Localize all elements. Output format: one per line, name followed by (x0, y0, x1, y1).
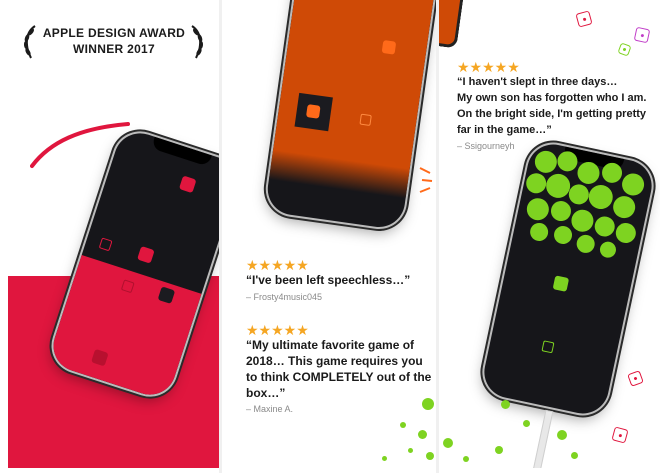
green-ball (524, 196, 551, 223)
review-quote-line: 2018… This game requires you (246, 354, 423, 368)
game-square (137, 246, 155, 264)
green-ball (566, 182, 591, 207)
rating-stars: ★★★★★ (246, 257, 309, 273)
review-quote-line: My own son has forgotten who I am. (457, 92, 647, 104)
green-dot (495, 446, 503, 454)
screenshot-panel-reviews: ★★★★★ “I've been left speechless…” – Fro… (222, 0, 436, 468)
green-dot (571, 452, 578, 459)
screenshot-panel-green: ★★★★★ “I haven't slept in three days… My… (439, 0, 660, 468)
review-quote-line: far in the game…” (457, 124, 552, 136)
award-title: APPLE DESIGN AWARD (42, 26, 186, 40)
green-ball (552, 224, 574, 246)
green-dot (426, 452, 434, 460)
laurel-left-icon (23, 25, 36, 59)
green-ball (569, 207, 596, 234)
review-quote-line: box…” (246, 386, 286, 400)
game-square (305, 104, 321, 119)
green-dot (418, 430, 427, 439)
game-square (552, 275, 570, 292)
target-square (359, 113, 372, 127)
dice-icon (627, 370, 644, 387)
green-ball (549, 199, 573, 223)
phone-mockup (264, 0, 436, 231)
green-ball (575, 233, 597, 255)
game-square (178, 175, 197, 194)
review-quote: “I've been left speechless…” (246, 273, 411, 287)
green-dot (557, 430, 567, 440)
target-square (98, 237, 113, 252)
review-quote-line: to think COMPLETELY out of the (246, 370, 432, 384)
charging-cable (532, 409, 554, 468)
green-dot (523, 420, 530, 427)
rating-stars: ★★★★★ (457, 59, 520, 75)
green-ball (611, 194, 638, 221)
dice-icon (611, 426, 629, 444)
green-ball (620, 171, 647, 198)
green-ball (524, 171, 549, 196)
dice-icon (633, 26, 651, 44)
green-dot (501, 400, 510, 409)
screenshot-panel-award: APPLE DESIGN AWARD WINNER 2017 (0, 0, 219, 468)
award-subtitle: WINNER 2017 (73, 42, 155, 56)
green-dot (443, 438, 453, 448)
dice-icon (575, 10, 593, 28)
green-ball (598, 240, 618, 260)
review-author: – Maxine A. (246, 404, 294, 414)
green-ball (592, 214, 617, 239)
review-author: – Ssigourneyh (457, 141, 515, 151)
review-author: – Frosty4music045 (246, 292, 323, 302)
phone-edge (439, 0, 464, 49)
green-ball (586, 182, 615, 212)
green-dot (382, 456, 387, 461)
phone-notch (151, 136, 212, 167)
review-quote-line: “My ultimate favorite game of (246, 338, 415, 352)
laurel-right-icon (191, 25, 204, 59)
game-square (381, 40, 397, 55)
green-dot (422, 398, 434, 410)
review-quote-line: “I haven't slept in three days… (457, 76, 618, 88)
spark-accent (419, 167, 433, 193)
green-ball (528, 221, 550, 243)
green-dot (408, 448, 413, 453)
green-dot (463, 456, 469, 462)
target-square (541, 340, 555, 354)
green-ball (613, 221, 638, 245)
rating-stars: ★★★★★ (246, 322, 309, 338)
green-ball (532, 148, 559, 175)
green-dot (400, 422, 406, 428)
dice-icon (617, 42, 632, 57)
review-quote-line: On the bright side, I'm getting pretty (457, 108, 647, 120)
